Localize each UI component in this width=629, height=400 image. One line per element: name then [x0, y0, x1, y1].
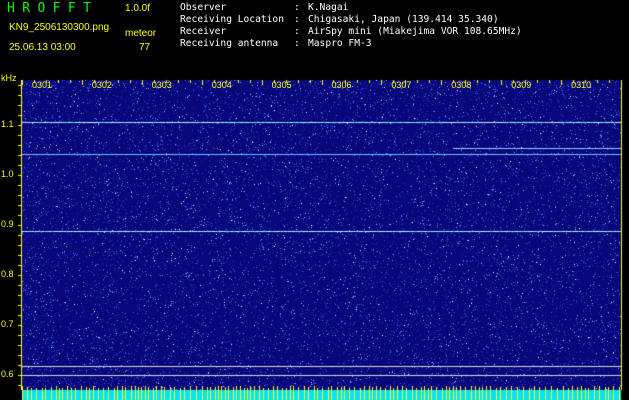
y-tick-label: 1.1 — [1, 119, 14, 129]
info-row-receiver: Receiver: AirSpy mini (Miakejima VOR 108.… — [180, 26, 522, 38]
x-tick-label: 0301 — [32, 80, 53, 90]
x-tick-label: 0302 — [91, 80, 112, 90]
x-tick-label: 0309 — [511, 80, 532, 90]
app-logo: HROFFT — [7, 1, 99, 16]
y-tick-label: 0.9 — [1, 219, 14, 229]
info-separator: : — [294, 2, 300, 13]
x-tick-label: 0306 — [331, 80, 352, 90]
info-row-observer: Observer: K.Nagai — [180, 2, 522, 14]
waterfall-canvas — [0, 74, 629, 400]
x-tick-label: 0304 — [211, 80, 232, 90]
spectrogram-plot: kHz 1.1 1.0 0.9 0.8 0.7 0.6 0301 0302 0303 0304 030… — [0, 73, 629, 400]
meteor-label: meteor — [125, 28, 157, 39]
x-tick-label: 0303 — [151, 80, 172, 90]
x-tick-label: 0307 — [391, 80, 412, 90]
info-separator: : — [294, 14, 300, 25]
file-name: KN9_2506130300.png — [9, 22, 110, 33]
meteor-count: 77 — [139, 42, 151, 53]
info-separator: : — [294, 38, 300, 49]
y-axis-unit: kHz — [1, 73, 17, 83]
info-key: Receiving antenna — [180, 38, 279, 49]
info-value: K.Nagai — [308, 2, 349, 13]
info-key: Observer — [180, 2, 227, 13]
info-value: Maspro FM-3 — [308, 38, 372, 49]
app-version: 1.0.0f — [125, 3, 151, 14]
date-time: 25.06.13 03:00 — [9, 42, 76, 53]
info-value: Chigasaki, Japan (139.414 35.340) — [308, 14, 499, 25]
y-tick-label: 1.0 — [1, 169, 14, 179]
info-key: Receiving Location — [180, 14, 284, 25]
x-tick-label: 0308 — [451, 80, 472, 90]
info-separator: : — [294, 26, 300, 37]
y-tick-label: 0.8 — [1, 269, 14, 279]
x-tick-label: 0310 — [571, 80, 592, 90]
y-tick-label: 0.7 — [1, 319, 14, 329]
info-key: Receiver — [180, 26, 227, 37]
header: HROFFT 1.0.0f KN9_2506130300.png meteor … — [0, 0, 629, 74]
y-tick-label: 0.6 — [1, 369, 14, 379]
x-tick-label: 0305 — [271, 80, 292, 90]
station-info: Observer: K.Nagai Receiving Location: Chig… — [180, 2, 522, 50]
info-row-location: Receiving Location: Chigasaki, Japan (139… — [180, 14, 522, 26]
info-value: AirSpy mini (Miakejima VOR 108.65MHz) — [308, 26, 522, 37]
info-row-antenna: Receiving antenna: Maspro FM-3 — [180, 38, 522, 50]
